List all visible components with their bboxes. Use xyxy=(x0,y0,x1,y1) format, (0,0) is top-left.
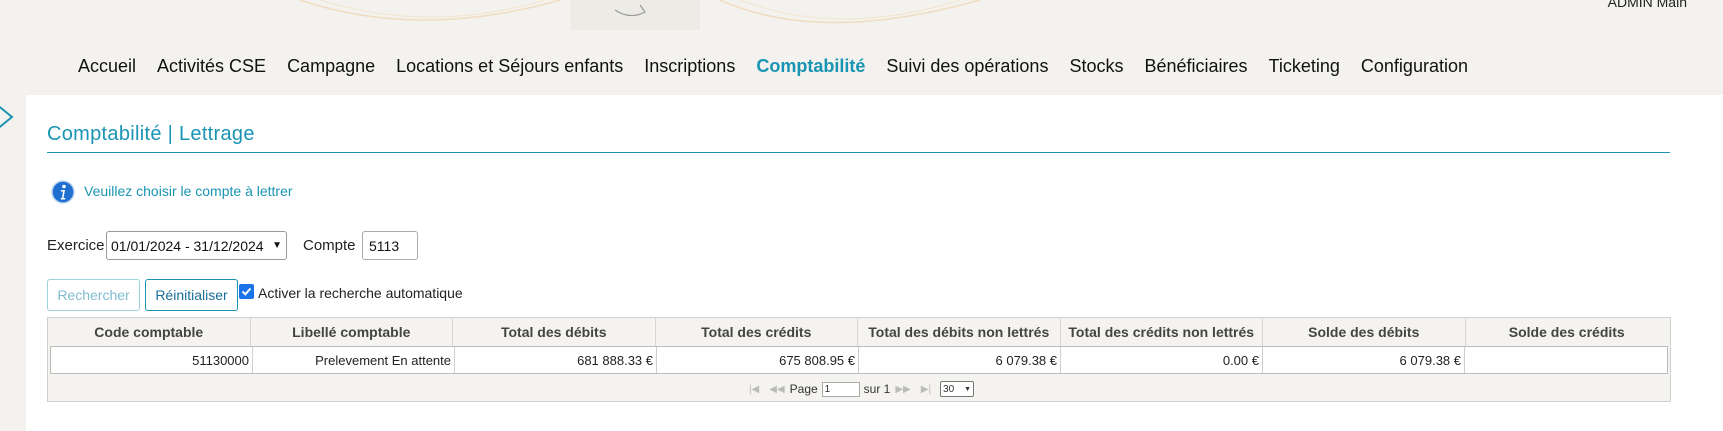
rows-per-page-value: 30 xyxy=(943,383,955,395)
compte-label: Compte xyxy=(303,237,356,254)
table-cell: 6 079.38 € xyxy=(859,347,1061,373)
grid-header: Code comptable Libellé comptable Total d… xyxy=(48,318,1670,346)
nav-item-ticketing[interactable]: Ticketing xyxy=(1269,56,1340,77)
nav-item-configuration[interactable]: Configuration xyxy=(1361,56,1468,77)
nav-item-campagne[interactable]: Campagne xyxy=(287,56,375,77)
search-button[interactable]: Rechercher xyxy=(47,279,140,311)
exercice-select[interactable]: 01/01/2024 - 31/12/2024 ▼ xyxy=(106,231,287,260)
compte-input[interactable]: 5113 xyxy=(362,231,418,260)
nav-item-inscriptions[interactable]: Inscriptions xyxy=(644,56,735,77)
page-total: sur 1 xyxy=(863,382,891,396)
table-cell: 6 079.38 € xyxy=(1263,347,1465,373)
nav-item-stocks[interactable]: Stocks xyxy=(1069,56,1123,77)
prev-page-icon[interactable]: ◀◀ xyxy=(769,384,784,395)
nav-item-beneficiaires[interactable]: Bénéficiaires xyxy=(1144,56,1247,77)
nav-item-accueil[interactable]: Accueil xyxy=(78,56,136,77)
auto-search-label: Activer la recherche automatique xyxy=(258,285,463,301)
column-header[interactable]: Solde des débits xyxy=(1263,318,1466,346)
table-cell: 675 808.95 € xyxy=(657,347,859,373)
column-header[interactable]: Solde des crédits xyxy=(1466,318,1669,346)
checkmark-icon xyxy=(241,287,252,296)
auto-search-checkbox[interactable] xyxy=(239,284,254,299)
table-cell: 0.00 € xyxy=(1061,347,1263,373)
column-header[interactable]: Code comptable xyxy=(48,318,251,346)
reset-button[interactable]: Réinitialiser xyxy=(145,279,238,311)
rows-per-page-select[interactable]: 30 ▼ xyxy=(940,381,975,397)
column-header[interactable]: Total des crédits xyxy=(656,318,858,346)
table-row[interactable]: 51130000 Prelevement En attente 681 888.… xyxy=(50,346,1668,374)
table-cell: Prelevement En attente xyxy=(253,347,455,373)
main-nav: Accueil Activités CSE Campagne Locations… xyxy=(78,56,1489,77)
chevron-down-icon: ▼ xyxy=(964,385,972,393)
table-cell: 681 888.33 € xyxy=(455,347,657,373)
first-page-icon[interactable]: |◀ xyxy=(749,384,759,395)
next-page-icon[interactable]: ▶▶ xyxy=(895,384,910,395)
nav-item-locations[interactable]: Locations et Séjours enfants xyxy=(396,56,623,77)
table-cell xyxy=(1465,347,1667,373)
chevron-down-icon: ▼ xyxy=(272,240,282,251)
exercice-value: 01/01/2024 - 31/12/2024 xyxy=(111,237,264,254)
chevron-right-icon[interactable] xyxy=(0,102,16,132)
page-title: Comptabilité | Lettrage xyxy=(47,123,255,145)
column-header[interactable]: Total des crédits non lettrés xyxy=(1061,318,1263,346)
column-header[interactable]: Total des débits non lettrés xyxy=(858,318,1061,346)
last-page-icon[interactable]: ▶| xyxy=(921,384,931,395)
nav-item-suivi-operations[interactable]: Suivi des opérations xyxy=(886,56,1048,77)
nav-item-comptabilite[interactable]: Comptabilité xyxy=(756,56,865,77)
exercice-label: Exercice xyxy=(47,237,105,254)
info-message: Veuillez choisir le compte à lettrer xyxy=(84,183,293,199)
user-name[interactable]: ADMIN Main xyxy=(1608,0,1687,10)
column-header[interactable]: Total des débits xyxy=(453,318,656,346)
nav-item-activites-cse[interactable]: Activités CSE xyxy=(157,56,266,77)
table-cell: 51130000 xyxy=(51,347,253,373)
lettrage-grid: Code comptable Libellé comptable Total d… xyxy=(47,317,1671,402)
header-decoration xyxy=(299,0,981,30)
column-header[interactable]: Libellé comptable xyxy=(251,318,453,346)
page-label: Page xyxy=(789,382,818,396)
pager: |◀ ◀◀ Page 1 sur 1 ▶▶ ▶| 30 ▼ xyxy=(48,376,1670,402)
info-icon xyxy=(51,180,75,204)
page-number-input[interactable]: 1 xyxy=(821,381,860,397)
title-divider xyxy=(47,152,1670,153)
